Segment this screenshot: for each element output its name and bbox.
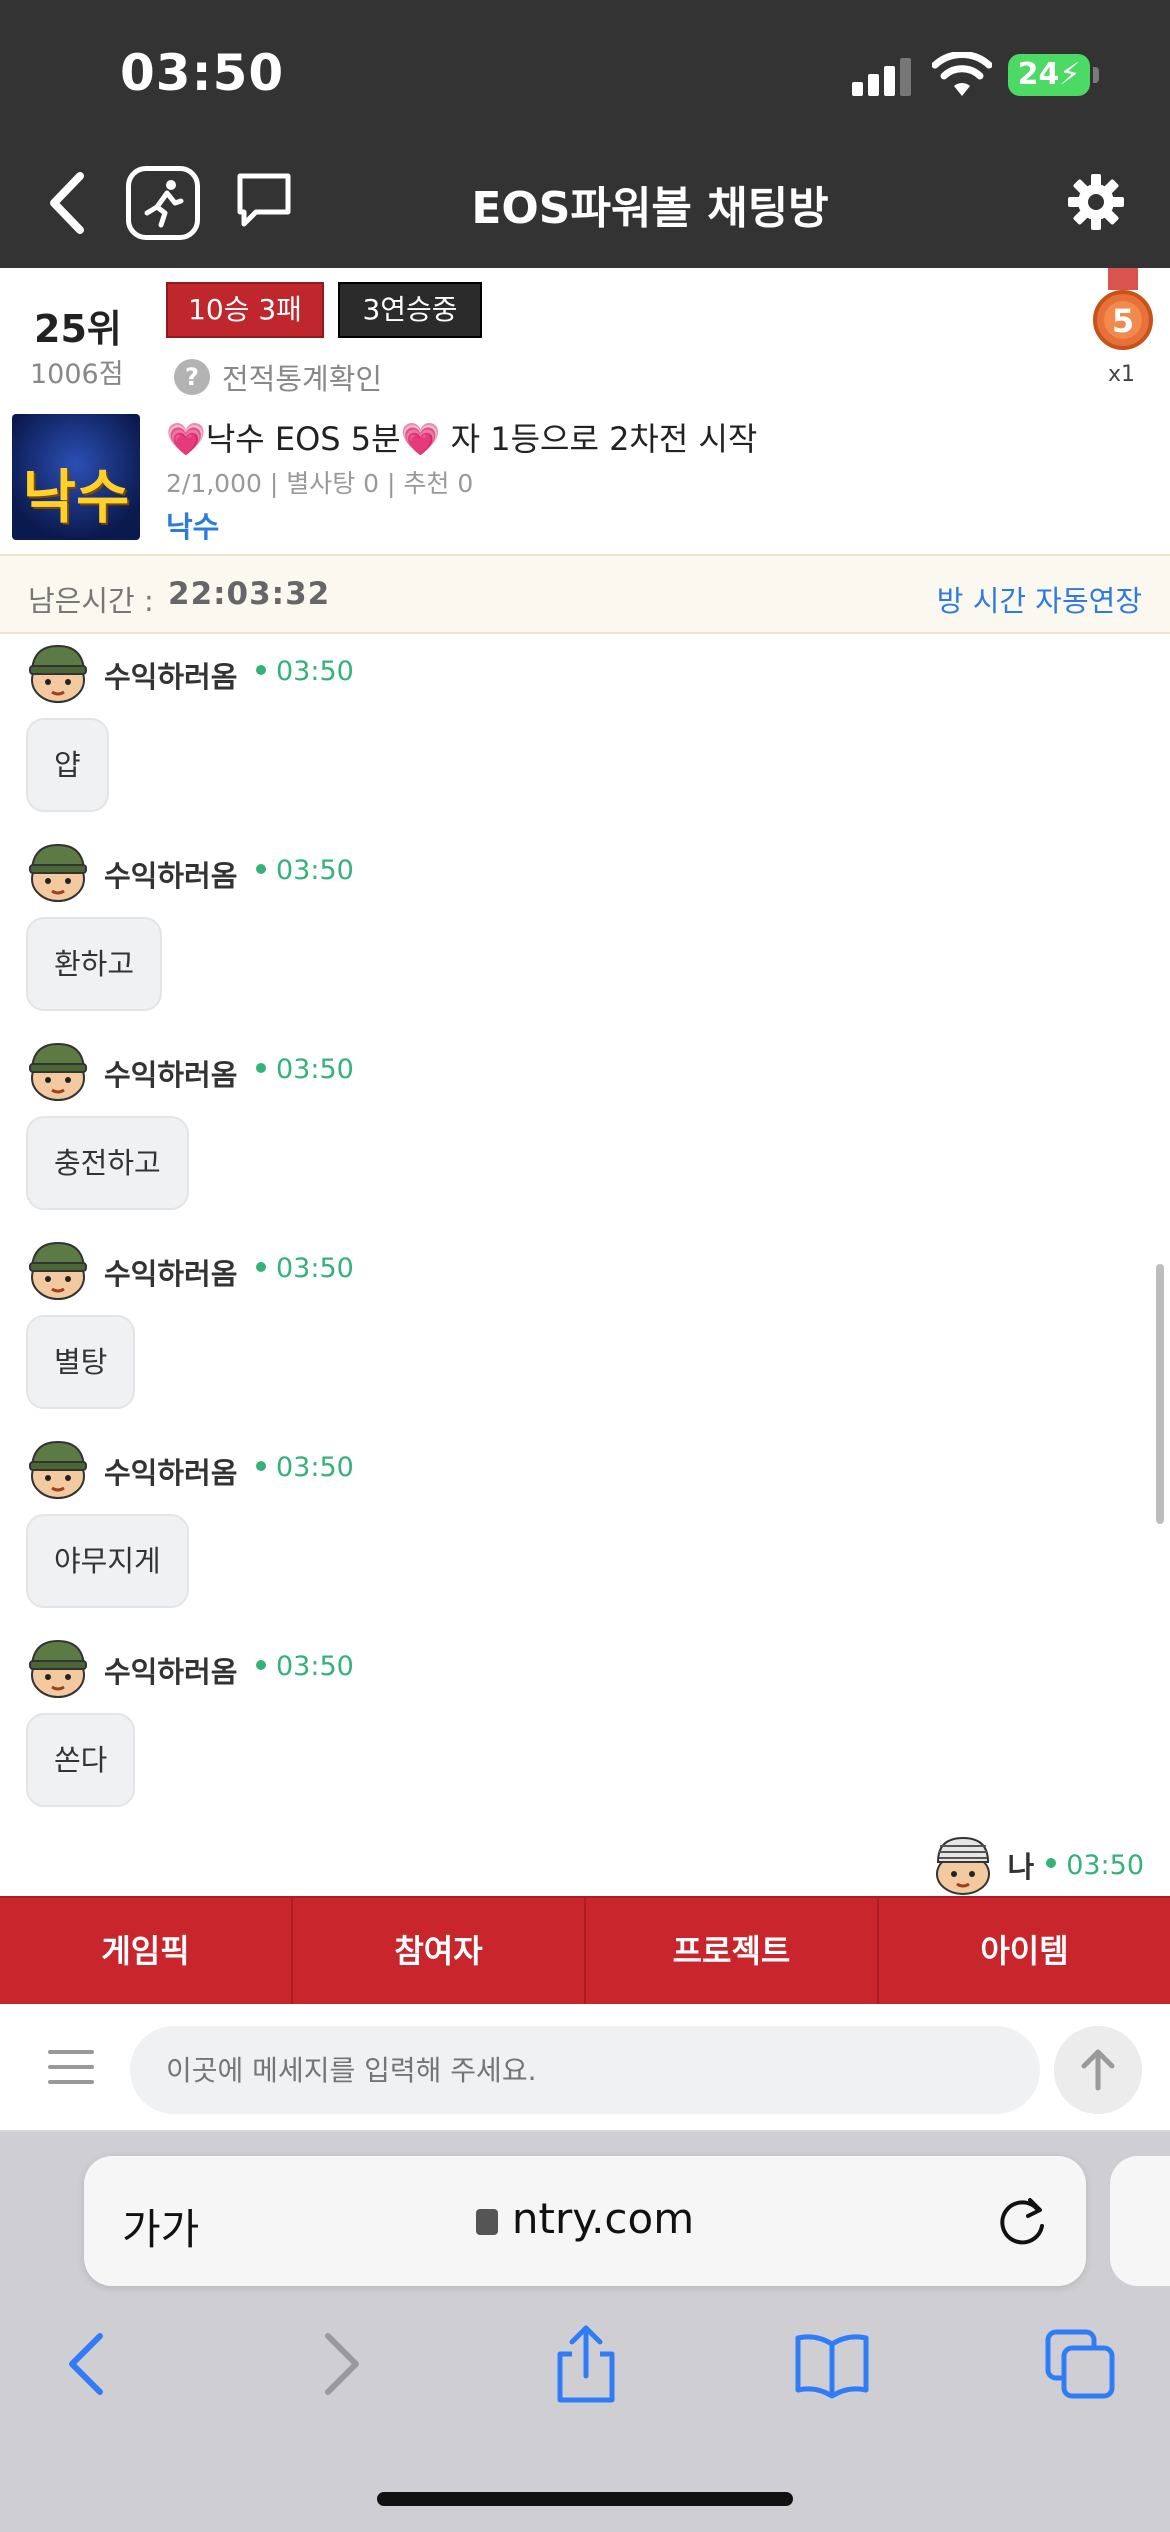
medal-count: x1 [1108, 362, 1136, 387]
wifi-icon [932, 52, 992, 96]
soldier-avatar-icon [29, 1241, 87, 1300]
medal-icon: 5 [1093, 268, 1153, 350]
chat-message: 수익하러옴 03:50 별탕 [0, 1233, 1100, 1432]
chat-message: 수익하러옴 03:50 환하고 [0, 835, 1100, 1034]
soldier-avatar-icon [29, 1042, 87, 1101]
soldier-avatar-icon [29, 843, 87, 902]
battery-icon: 24⚡ [1008, 54, 1090, 96]
lock-icon [475, 2209, 498, 2235]
room-meta: 2/1,000 | 별사탕 0 | 추천 0 [166, 469, 474, 498]
browser-back-icon[interactable] [48, 2324, 128, 2404]
tab-project[interactable]: 프로젝트 [586, 1898, 879, 2004]
browser-toolbar: 가가 ntry.com [0, 2132, 1170, 2532]
send-arrow-icon[interactable] [1054, 2026, 1142, 2114]
message-bubble: 쏜다 [26, 1713, 136, 1807]
cellular-signal-icon [852, 56, 914, 96]
my-message-time: 03:50 [1046, 1850, 1144, 1881]
auto-extend-link[interactable]: 방 시간 자동연장 [937, 578, 1142, 620]
message-bubble: 얍 [26, 718, 109, 812]
bottom-tab-bar: 게임픽 참여자 프로젝트 아이템 [0, 1896, 1170, 2004]
gear-icon[interactable] [1066, 172, 1126, 232]
message-time: 03:50 [256, 1651, 354, 1682]
my-username: 나 [1007, 1850, 1035, 1884]
url-display[interactable]: ntry.com [84, 2194, 1086, 2243]
timer-value: 22:03:32 [168, 576, 331, 612]
room-owner-link[interactable]: 낙수 [166, 504, 219, 546]
chat-message: 수익하러옴 03:50 얍 [0, 636, 1100, 835]
status-time: 03:50 [120, 44, 285, 102]
battery-level: 24 [1017, 57, 1060, 92]
record-badge: 10승 3패 [166, 282, 324, 338]
room-rank: 25위 [34, 307, 122, 351]
chat-message: 수익하러옴 03:50 충전하고 [0, 1034, 1100, 1233]
room-points: 1006점 [30, 359, 124, 390]
stats-link-label: 전적통계확인 [222, 362, 383, 396]
message-bubble: 충전하고 [26, 1116, 189, 1210]
streak-badge: 3연승중 [338, 282, 482, 338]
soldier-avatar-icon [29, 1639, 87, 1698]
tabs-icon[interactable] [1040, 2324, 1120, 2404]
message-bubble: 별탕 [26, 1315, 136, 1409]
reload-icon[interactable] [996, 2194, 1050, 2248]
battery-tip [1093, 67, 1099, 83]
share-icon[interactable] [546, 2324, 626, 2404]
message-input[interactable] [130, 2026, 1040, 2114]
page-title: EOS파워볼 채팅방 [471, 183, 829, 234]
running-man-icon[interactable] [126, 166, 200, 240]
tab-items[interactable]: 아이템 [879, 1898, 1170, 2004]
message-username: 수익하러옴 [104, 1257, 238, 1291]
message-username: 수익하러옴 [104, 660, 238, 694]
back-icon[interactable] [40, 168, 96, 238]
svg-text:5: 5 [1112, 302, 1134, 340]
question-icon: ? [174, 359, 210, 395]
message-bubble: 야무지게 [26, 1514, 189, 1608]
url-text: ntry.com [511, 2194, 695, 2243]
soldier-avatar-icon [29, 644, 87, 703]
message-username: 수익하러옴 [104, 1456, 238, 1490]
message-time: 03:50 [256, 855, 354, 886]
bookmarks-icon[interactable] [792, 2324, 872, 2404]
soldier-avatar-icon [29, 1440, 87, 1499]
message-bubble: 환하고 [26, 917, 163, 1011]
tab-participants[interactable]: 참여자 [293, 1898, 586, 2004]
chat-bubble-icon[interactable] [234, 170, 294, 232]
message-username: 수익하러옴 [104, 859, 238, 893]
tab-game-pick[interactable]: 게임픽 [0, 1898, 293, 2004]
home-indicator[interactable] [377, 2492, 793, 2506]
room-thumbnail-text: 낙수 [22, 463, 130, 531]
room-thumbnail: 낙수 [12, 414, 140, 540]
browser-forward-icon[interactable] [300, 2324, 380, 2404]
next-tab-preview[interactable] [1110, 2156, 1170, 2286]
chat-message: 수익하러옴 03:50 야무지게 [0, 1432, 1100, 1631]
app-header: 03:50 24⚡ EOS파워볼 채팅방 [0, 0, 1170, 268]
message-username: 수익하러옴 [104, 1058, 238, 1092]
message-composer [0, 2004, 1170, 2132]
timer-label: 남은시간 : [28, 584, 154, 618]
remaining-time-bar: 남은시간 : 22:03:32 방 시간 자동연장 [0, 554, 1170, 634]
address-bar[interactable]: 가가 ntry.com [84, 2156, 1086, 2286]
my-message-header: 나 03:50 [930, 1834, 1144, 1896]
message-time: 03:50 [256, 656, 354, 687]
chat-list[interactable]: 수익하러옴 03:50 얍 수익하러옴 03:50 환하고 수익하러옴 03:5… [0, 636, 1170, 1896]
message-time: 03:50 [256, 1452, 354, 1483]
chat-scrollbar[interactable] [1156, 1264, 1164, 1524]
room-title: 💗낙수 EOS 5분💗 자 1등으로 2차전 시작 [166, 420, 758, 458]
menu-icon[interactable] [48, 2050, 94, 2086]
message-time: 03:50 [256, 1054, 354, 1085]
message-time: 03:50 [256, 1253, 354, 1284]
my-avatar-icon [935, 1836, 990, 1895]
message-username: 수익하러옴 [104, 1655, 238, 1689]
chat-message: 수익하러옴 03:50 쏜다 [0, 1631, 1100, 1830]
stats-link[interactable]: ? 전적통계확인 [174, 356, 382, 398]
